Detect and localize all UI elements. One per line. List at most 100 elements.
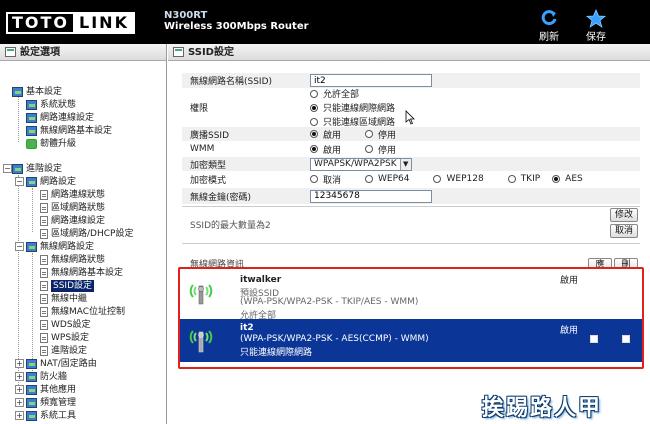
folder-icon [26,385,37,395]
bandwidth-icon [26,398,37,408]
perm-all-radio[interactable]: 允許全部 [310,87,395,100]
sidebar-item-bandwidth[interactable]: 頻寬管理 [26,397,76,409]
sidebar-item-lan-dhcp[interactable]: 區域網路/DHCP設定 [40,228,133,240]
folder-icon [12,164,23,174]
ssid-max-note: SSID的最大數量為2 [190,221,271,231]
broadcast-enable-radio[interactable]: 啟用 [310,128,341,141]
chevron-down-icon: ▼ [399,158,411,170]
firewall-icon [26,372,37,382]
logo-left: TOTO [6,12,76,34]
model-info: N300RT Wireless 300Mbps Router [164,10,309,32]
enc-mode-tkip-radio[interactable]: TKIP [507,174,540,184]
sidebar-item-wds[interactable]: WDS設定 [40,319,91,331]
page-icon [40,268,48,278]
save-button[interactable]: 保存 [579,8,613,43]
expand-toggle[interactable]: + [15,385,24,394]
cancel-button[interactable]: 取消 [610,224,638,238]
broadcast-label: 廣播SSID [190,130,230,141]
wmm-disable-radio[interactable]: 停用 [365,143,396,156]
sidebar-item-system-status[interactable]: 系統狀態 [26,99,76,111]
sidebar-item-wan-setup[interactable]: 網路連線設定 [26,112,94,124]
sidebar-item-firewall[interactable]: 防火牆 [26,371,67,383]
network-icon [26,113,37,123]
key-input[interactable] [310,189,432,203]
sidebar-item-other[interactable]: 其他應用 [26,384,76,396]
panel-icon [173,47,184,57]
sidebar-item-wireless[interactable]: 無線網路設定 [26,241,94,253]
page-icon [40,333,48,343]
sidebar-item-advanced[interactable]: 進階設定 [12,163,62,175]
sidebar-item-wireless-basic[interactable]: 無線網路基本設定 [26,125,112,137]
monitor-icon [26,100,37,110]
star-icon [579,8,613,28]
sidebar-item-nat[interactable]: NAT/固定路由 [26,358,97,370]
sidebar: 設定選項 基本設定 系統狀態 網路連線設定 無線網路基本設定 韌體升級 − 進階… [0,44,167,424]
page-icon [40,320,48,330]
model-name: N300RT [164,10,208,21]
enc-mode-wep64-radio[interactable]: WEP64 [365,174,409,184]
ssid-input[interactable] [310,74,432,87]
collapse-toggle[interactable]: − [15,242,24,251]
sidebar-item-wps[interactable]: WPS設定 [40,332,89,344]
collapse-toggle[interactable]: − [15,177,24,186]
perm-internet-radio[interactable]: 只能連線網際網路 [310,101,395,114]
sidebar-item-firmware[interactable]: 韌體升級 [26,138,76,150]
network-icon [26,177,37,187]
tools-icon [26,411,37,421]
save-label: 保存 [586,32,606,43]
enc-mode-aes-radio[interactable]: AES [552,174,583,184]
sidebar-item-network[interactable]: 網路設定 [26,176,76,188]
sidebar-title: 設定選項 [0,44,166,61]
sidebar-item-wireless-basic-adv[interactable]: 無線網路基本設定 [40,267,123,279]
key-row: 無線金鑰(密碼) [182,188,640,204]
sidebar-item-wan-status[interactable]: 網路連線狀態 [40,189,105,201]
collapse-toggle[interactable]: − [3,164,12,173]
sidebar-item-lan-status[interactable]: 區域網路狀態 [40,202,105,214]
key-label: 無線金鑰(密碼) [190,192,252,203]
sidebar-item-system-tools[interactable]: 系統工具 [26,410,76,422]
folder-icon [12,87,23,97]
wmm-row: WMM 啟用 停用 [182,142,640,156]
enc-mode-row: 加密模式 取消 WEP64 WEP128 TKIP AES [182,172,640,186]
sidebar-item-wireless-advanced[interactable]: 進階設定 [40,345,87,357]
enc-mode-label: 加密模式 [190,175,227,186]
highlight-box [178,267,644,369]
page-icon [40,216,48,226]
panel-icon [5,47,16,57]
wireless-icon [26,242,37,252]
page-icon [40,281,48,291]
watermark-text: 挨踢路人甲 [482,395,603,421]
expand-toggle[interactable]: + [15,411,24,420]
broadcast-disable-radio[interactable]: 停用 [365,128,396,141]
folder-icon [26,359,37,369]
expand-toggle[interactable]: + [15,398,24,407]
sidebar-item-mac-filter[interactable]: 無線MAC位址控制 [40,306,125,318]
page-icon [40,307,48,317]
sidebar-item-basic[interactable]: 基本設定 [12,86,62,98]
sidebar-item-wan-config[interactable]: 網路連線設定 [40,215,105,227]
page-title: SSID設定 [188,47,234,58]
expand-toggle[interactable]: + [15,372,24,381]
permission-label: 權限 [190,104,209,114]
enc-type-label: 加密類型 [190,160,227,171]
page-icon [40,203,48,213]
page-icon [40,190,48,200]
sidebar-item-wireless-status[interactable]: 無線網路狀態 [40,254,105,266]
ssid-row: 無線網路名稱(SSID) [182,73,640,88]
page-icon [40,229,48,239]
sidebar-title-text: 設定選項 [20,47,60,58]
ssid-label: 無線網路名稱(SSID) [190,77,273,87]
refresh-button[interactable]: 刷新 [532,8,566,43]
page-icon [40,294,48,304]
panel-title: SSID設定 [168,44,650,61]
page-icon [40,346,48,356]
enc-mode-none-radio[interactable]: 取消 [310,173,341,186]
sidebar-item-ssid[interactable]: SSID設定 [40,280,95,292]
modify-button[interactable]: 修改 [610,208,638,222]
sidebar-item-repeater[interactable]: 無線中繼 [40,293,87,305]
logo-right: LINK [73,12,135,34]
enc-mode-wep128-radio[interactable]: WEP128 [433,174,484,184]
wmm-enable-radio[interactable]: 啟用 [310,143,341,156]
expand-toggle[interactable]: + [15,359,24,368]
enc-type-select[interactable]: WPAPSK/WPA2PSK ▼ [310,157,412,171]
